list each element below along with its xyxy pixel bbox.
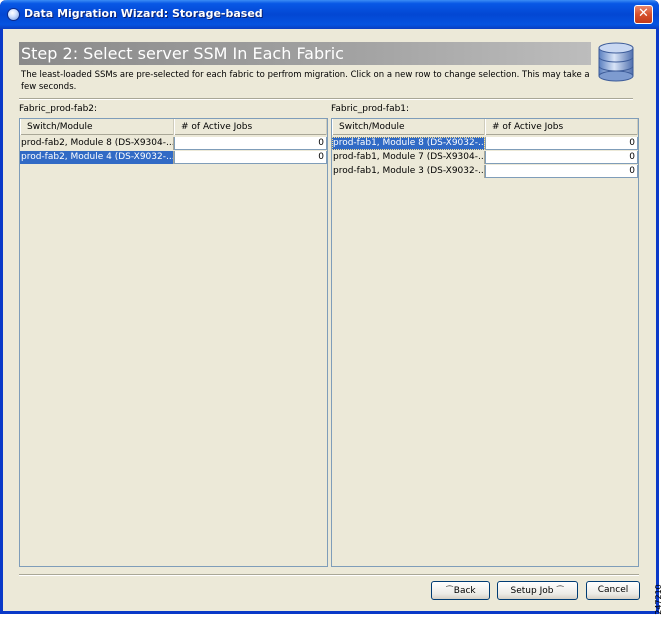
figure-number: 247210 [653,575,671,625]
switch-module-cell[interactable]: prod-fab1, Module 3 (DS-X9032-... [332,165,485,178]
table-row[interactable]: prod-fab1, Module 8 (DS-X9032-... 0 [332,137,638,150]
column-header-active-jobs[interactable]: # of Active Jobs [485,119,638,135]
fabric-prod-fab2-label: Fabric_prod-fab2: [19,104,98,114]
fabric-prod-fab1-label: Fabric_prod-fab1: [331,104,410,114]
switch-module-cell[interactable]: prod-fab1, Module 8 (DS-X9032-... [332,137,485,150]
back-arrow-icon: ⁀ [446,586,453,595]
fabric-prod-fab1-table[interactable]: Switch/Module # of Active Jobs prod-fab1… [331,118,639,567]
step-title: Step 2: Select server SSM In Each Fabric [21,44,344,63]
active-jobs-cell[interactable]: 0 [485,151,638,164]
title-bar[interactable]: Data Migration Wizard: Storage-based ✕ [0,0,659,29]
active-jobs-cell[interactable]: 0 [485,165,638,178]
step-description: The least-loaded SSMs are pre-selected f… [21,70,590,92]
active-jobs-cell[interactable]: 0 [485,137,638,150]
switch-module-cell[interactable]: prod-fab2, Module 4 (DS-X9032-... [20,151,174,164]
back-button[interactable]: ⁀Back [431,581,490,600]
table-row[interactable]: prod-fab1, Module 7 (DS-X9304-... 0 [332,151,638,164]
setup-job-button[interactable]: Setup Job ⁀ [497,581,578,600]
fabric-prod-fab2-table[interactable]: Switch/Module # of Active Jobs prod-fab2… [19,118,328,567]
close-button[interactable]: ✕ [634,5,653,24]
window-title: Data Migration Wizard: Storage-based [24,7,263,20]
active-jobs-cell[interactable]: 0 [174,151,327,164]
table-row[interactable]: prod-fab2, Module 8 (DS-X9304-... 0 [20,137,327,150]
table-header: Switch/Module # of Active Jobs [20,119,327,135]
step-banner: Step 2: Select server SSM In Each Fabric [19,42,591,65]
next-arrow-icon: ⁀ [554,586,564,595]
back-button-label: Back [453,586,476,596]
database-icon [598,42,634,82]
column-header-switch-module[interactable]: Switch/Module [332,119,485,135]
setup-job-button-label: Setup Job [510,586,554,596]
app-orb-icon [7,8,20,21]
column-header-active-jobs[interactable]: # of Active Jobs [174,119,327,135]
header-divider [19,98,633,100]
figure-number-text: 247210 [653,584,663,615]
active-jobs-cell[interactable]: 0 [174,137,327,150]
table-row[interactable]: prod-fab1, Module 3 (DS-X9032-... 0 [332,165,638,178]
table-row[interactable]: prod-fab2, Module 4 (DS-X9032-... 0 [20,151,327,164]
switch-module-cell[interactable]: prod-fab1, Module 7 (DS-X9304-... [332,151,485,164]
column-header-switch-module[interactable]: Switch/Module [20,119,174,135]
table-header: Switch/Module # of Active Jobs [332,119,638,135]
switch-module-cell[interactable]: prod-fab2, Module 8 (DS-X9304-... [20,137,174,150]
footer-divider [19,574,639,576]
cancel-button[interactable]: Cancel [586,581,640,600]
